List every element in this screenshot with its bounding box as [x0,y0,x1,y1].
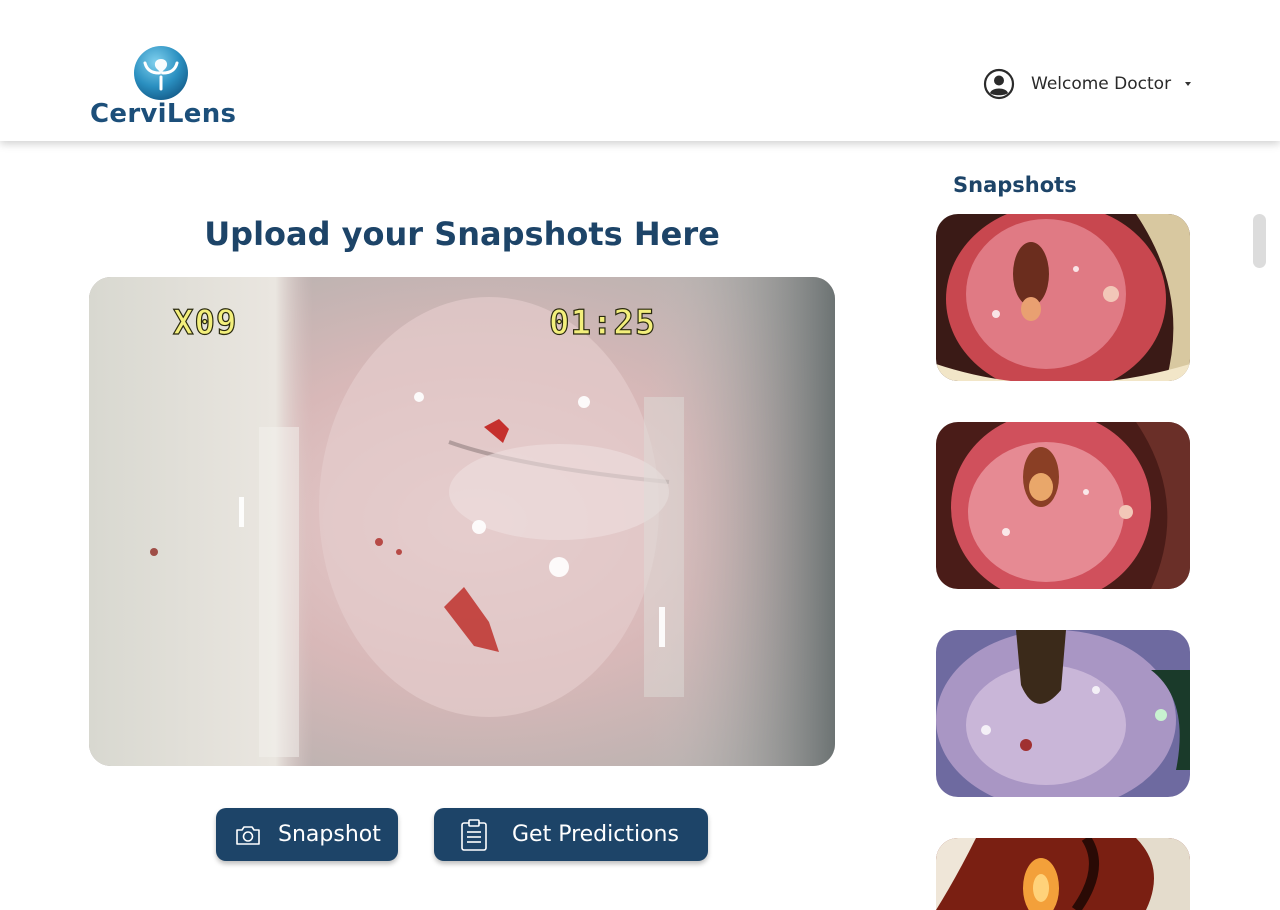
colposcopy-image [936,630,1190,797]
chevron-down-icon[interactable] [1185,82,1192,86]
video-timer-overlay: 01:25 [548,302,657,343]
colposcopy-image [936,838,1190,910]
live-video-feed: X09 01:25 [89,277,835,766]
brand-name: CerviLens [90,99,237,129]
user-menu[interactable]: Welcome Doctor [983,68,1192,100]
sidebar-scrollbar[interactable] [1253,214,1266,268]
logo-mark-icon [134,46,188,100]
snapshot-thumbnail[interactable] [936,214,1190,381]
snapshot-thumbnail[interactable] [936,838,1190,910]
camera-icon [235,824,261,846]
app-header: CerviLens Welcome Doctor [0,0,1280,141]
get-predictions-button[interactable]: Get Predictions [434,808,708,861]
snapshot-thumbnail[interactable] [936,422,1190,589]
snapshot-button-label: Snapshot [278,822,381,847]
snapshot-button[interactable]: Snapshot [216,808,398,861]
colposcopy-image [936,214,1190,381]
cervilens-logo[interactable]: CerviLens [90,45,236,130]
user-welcome-label: Welcome Doctor [1031,74,1172,94]
user-avatar-icon [983,68,1015,100]
colposcopy-image [936,422,1190,589]
snapshots-heading: Snapshots [953,173,1077,197]
video-id-overlay: X09 [172,302,238,343]
get-predictions-button-label: Get Predictions [512,822,679,847]
page-title: Upload your Snapshots Here [204,215,720,253]
colposcopy-video-image [89,277,835,766]
clipboard-icon [460,818,488,851]
snapshot-thumbnail[interactable] [936,630,1190,797]
